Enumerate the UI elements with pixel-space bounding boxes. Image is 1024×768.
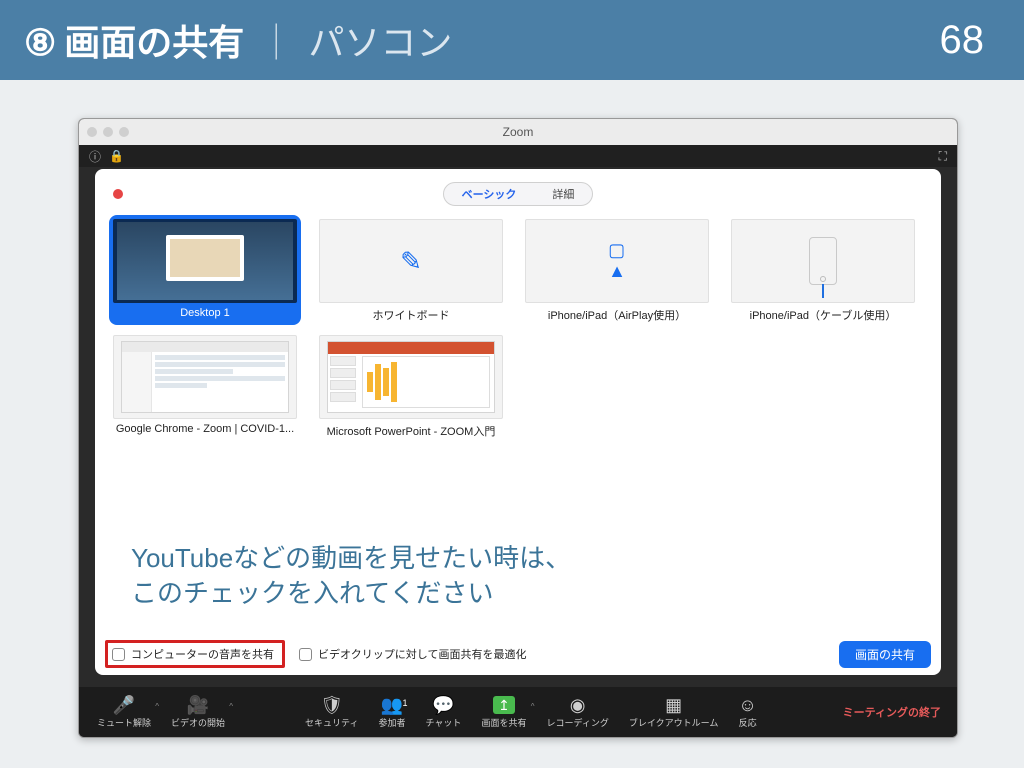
participants-count: 1 — [403, 698, 408, 708]
checkbox-share-audio[interactable]: コンピューターの音声を共有 — [105, 640, 285, 668]
tab-basic[interactable]: ベーシック — [444, 183, 535, 205]
tile-cable[interactable]: iPhone/iPad（ケーブル使用） — [727, 215, 919, 325]
mute-button[interactable]: 🎤 ^ ミュート解除 — [87, 696, 161, 729]
share-tabs[interactable]: ベーシック 詳細 — [443, 182, 594, 206]
breakout-icon: ▦ — [665, 696, 682, 714]
hint-line2: このチェックを入れてください — [131, 576, 571, 611]
tile-cable-label: iPhone/iPad（ケーブル使用） — [727, 307, 919, 323]
tile-desktop-label: Desktop 1 — [109, 307, 301, 319]
tile-chrome[interactable]: Google Chrome - Zoom | COVID-1... — [109, 331, 301, 441]
lock-icon[interactable]: 🔒 — [109, 149, 124, 163]
hint-text: YouTubeなどの動画を見せたい時は、 このチェックを入れてください — [131, 541, 571, 611]
slide-header: ⑧ 画面の共有 ｜ パソコン 68 — [0, 0, 1024, 80]
slide-subtitle: パソコン — [308, 14, 452, 66]
recording-indicator-icon — [113, 189, 123, 199]
zoom-window: Zoom ⓘ 🔒 ⛶ ベーシック 詳細 Desktop 1 ✎ ホワイトボード — [78, 118, 958, 738]
reaction-icon: ☺ — [738, 696, 756, 714]
share-screen-icon: ↥ — [493, 696, 515, 714]
browser-thumbnail — [121, 341, 288, 413]
microphone-muted-icon: 🎤 — [113, 696, 135, 714]
pencil-icon: ✎ — [400, 246, 422, 277]
slide-number-badge: ⑧ — [24, 22, 56, 64]
participants-icon: 👥 — [381, 696, 403, 714]
chat-icon: 💬 — [432, 696, 454, 714]
slide-page-number: 68 — [940, 18, 985, 63]
checkbox-icon[interactable] — [299, 648, 312, 661]
fullscreen-icon[interactable]: ⛶ — [939, 149, 947, 164]
powerpoint-thumbnail — [327, 341, 494, 413]
tile-airplay-label: iPhone/iPad（AirPlay使用） — [521, 307, 713, 323]
airplay-icon: ▢▲ — [608, 240, 626, 282]
chevron-up-icon[interactable]: ^ — [229, 702, 233, 711]
info-icon[interactable]: ⓘ — [89, 148, 101, 165]
camera-off-icon: 🎥 — [187, 696, 209, 714]
checkbox-share-audio-label: コンピューターの音声を共有 — [131, 646, 274, 662]
checkbox-optimize-video-label: ビデオクリップに対して画面共有を最適化 — [318, 646, 526, 662]
zoom-topbar: ⓘ 🔒 ⛶ — [79, 145, 957, 167]
tab-advanced[interactable]: 詳細 — [534, 183, 592, 205]
end-meeting-button[interactable]: ミーティングの終了 — [843, 704, 949, 720]
slide-title: ⑧ 画面の共有 ｜ パソコン — [24, 14, 452, 66]
tile-airplay[interactable]: ▢▲ iPhone/iPad（AirPlay使用） — [521, 215, 713, 325]
security-button[interactable]: 🛡 セキュリティ — [295, 696, 368, 729]
phone-cable-icon — [809, 237, 837, 285]
share-panel: ベーシック 詳細 Desktop 1 ✎ ホワイトボード ▢▲ iPhone/i… — [95, 169, 941, 675]
chevron-up-icon[interactable]: ^ — [155, 702, 159, 711]
reaction-button[interactable]: ☺ 反応 — [728, 696, 766, 729]
share-screen-control[interactable]: ↥ ^ 画面を共有 — [471, 696, 536, 729]
shield-icon: 🛡 — [320, 696, 343, 714]
record-button[interactable]: ◉ レコーディング — [536, 696, 618, 729]
options-row: コンピューターの音声を共有 ビデオクリップに対して画面共有を最適化 画面の共有 — [105, 639, 931, 669]
desktop-thumbnail — [117, 222, 294, 299]
participants-button[interactable]: 👥 1 参加者 — [369, 696, 416, 729]
mac-titlebar: Zoom — [79, 119, 957, 145]
record-icon: ◉ — [570, 696, 586, 714]
tile-powerpoint[interactable]: Microsoft PowerPoint - ZOOM入門 — [315, 331, 507, 441]
slide-title-divider: ｜ — [258, 14, 294, 66]
tile-whiteboard[interactable]: ✎ ホワイトボード — [315, 215, 507, 325]
chevron-up-icon[interactable]: ^ — [531, 702, 535, 711]
tile-desktop[interactable]: Desktop 1 — [109, 215, 301, 325]
slide-title-main: 画面の共有 — [64, 14, 244, 66]
chat-button[interactable]: 💬 チャット — [416, 696, 472, 729]
tile-whiteboard-label: ホワイトボード — [315, 307, 507, 323]
tile-chrome-label: Google Chrome - Zoom | COVID-1... — [109, 423, 301, 435]
window-title: Zoom — [79, 125, 957, 139]
hint-line1: YouTubeなどの動画を見せたい時は、 — [131, 541, 571, 576]
tile-powerpoint-label: Microsoft PowerPoint - ZOOM入門 — [315, 423, 507, 439]
video-button[interactable]: 🎥 ^ ビデオの開始 — [161, 696, 235, 729]
breakout-button[interactable]: ▦ ブレイクアウトルーム — [619, 696, 729, 729]
share-screen-button[interactable]: 画面の共有 — [839, 641, 931, 668]
checkbox-optimize-video[interactable]: ビデオクリップに対して画面共有を最適化 — [299, 646, 526, 662]
checkbox-icon[interactable] — [112, 648, 125, 661]
zoom-controls-bar: 🎤 ^ ミュート解除 🎥 ^ ビデオの開始 🛡 セキュリティ 👥 1 参加者 💬… — [79, 687, 957, 737]
